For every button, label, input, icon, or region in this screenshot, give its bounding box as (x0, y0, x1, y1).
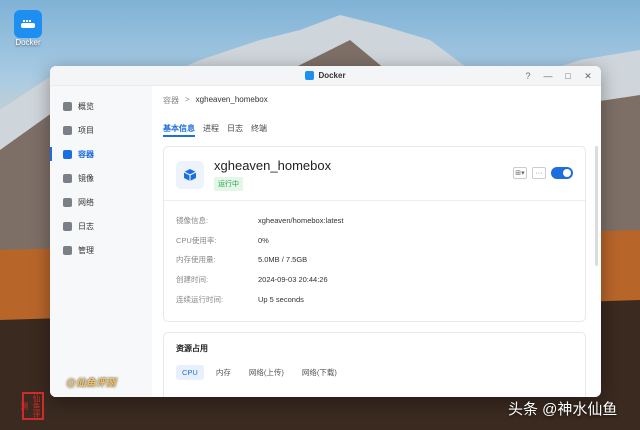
action-menu-button[interactable]: ⊞▾ (513, 167, 527, 179)
container-info-card: xgheaven_homebox 运行中 ⊞▾ ··· 镜像信息: xgheave… (163, 146, 586, 322)
window-titlebar[interactable]: Docker ? — □ ✕ (50, 66, 601, 86)
sidebar-item-label: 日志 (78, 221, 94, 231)
info-row-uptime: 连续运行时间: Up 5 seconds (176, 294, 304, 304)
sidebar-item-projects[interactable]: 项目 (50, 118, 152, 142)
container-cube-icon (176, 161, 204, 189)
sidebar-item-label: 概览 (78, 101, 94, 111)
sidebar-item-overview[interactable]: 概览 (50, 94, 152, 118)
resource-title: 资源占用 (176, 344, 208, 353)
watermark-right: 头条 @神水仙鱼 (508, 401, 618, 418)
resource-tab-cpu[interactable]: CPU (176, 365, 204, 380)
docker-window: Docker ? — □ ✕ 概览 项目 容器 镜像 网络 日志 管理 容器 >… (50, 66, 601, 397)
network-icon (63, 197, 72, 207)
resource-tab-upload[interactable]: 网络(上传) (243, 364, 290, 381)
breadcrumb-separator: > (185, 95, 190, 104)
breadcrumb-root[interactable]: 容器 (163, 95, 179, 107)
sidebar-item-label: 镜像 (78, 173, 94, 183)
sidebar-item-manage[interactable]: 管理 (50, 238, 152, 262)
info-row-memory: 内存使用量: 5.0MB / 7.5GB (176, 255, 308, 265)
tab-terminal[interactable]: 终端 (251, 123, 267, 137)
scrollbar[interactable] (595, 146, 598, 266)
container-icon (63, 149, 72, 159)
docker-icon (305, 71, 315, 80)
info-row-cpu: CPU使用率: 0% (176, 235, 269, 245)
watermark-left: @仙鱼评测 (66, 378, 116, 389)
resource-tab-download[interactable]: 网络(下载) (296, 364, 343, 381)
container-run-toggle[interactable] (551, 167, 573, 179)
sidebar-item-label: 管理 (78, 245, 94, 255)
sidebar-item-label: 容器 (78, 149, 94, 159)
manage-icon (63, 245, 72, 255)
seal-stamp: 仙鱼评测 (20, 392, 44, 420)
close-button[interactable]: ✕ (583, 70, 593, 82)
help-button[interactable]: ? (523, 70, 533, 82)
log-icon (63, 221, 72, 231)
info-row-created: 创建时间: 2024-09-03 20:44:26 (176, 275, 328, 285)
tab-processes[interactable]: 进程 (203, 123, 219, 137)
sidebar-item-images[interactable]: 镜像 (50, 166, 152, 190)
sidebar: 概览 项目 容器 镜像 网络 日志 管理 (50, 86, 152, 397)
docker-desktop-icon[interactable] (14, 10, 42, 38)
image-icon (63, 173, 72, 183)
sidebar-item-label: 项目 (78, 125, 94, 135)
container-name: xgheaven_homebox (214, 158, 332, 173)
tab-logs[interactable]: 日志 (227, 123, 243, 137)
sidebar-item-containers[interactable]: 容器 (50, 142, 152, 166)
minimize-button[interactable]: — (543, 70, 553, 82)
resource-usage-card: 资源占用 CPU 内存 网络(上传) 网络(下载) (163, 332, 586, 397)
tab-basic-info[interactable]: 基本信息 (163, 123, 195, 137)
docker-desktop-label[interactable]: Docker (8, 38, 48, 47)
breadcrumb-current: xgheaven_homebox (195, 95, 268, 104)
main-content: 容器 > xgheaven_homebox 基本信息 进程 日志 终端 xghe… (152, 86, 601, 397)
project-icon (63, 125, 72, 135)
maximize-button[interactable]: □ (563, 70, 573, 82)
info-row-image: 镜像信息: xgheaven/homebox:latest (176, 216, 344, 226)
resource-tab-memory[interactable]: 内存 (210, 364, 237, 381)
more-options-button[interactable]: ··· (532, 167, 546, 179)
detail-tabs: 基本信息 进程 日志 终端 (163, 123, 590, 137)
breadcrumb: 容器 > xgheaven_homebox (163, 95, 590, 107)
sidebar-item-label: 网络 (78, 197, 94, 207)
status-badge: 运行中 (214, 177, 243, 191)
sidebar-item-network[interactable]: 网络 (50, 190, 152, 214)
sidebar-item-logs[interactable]: 日志 (50, 214, 152, 238)
overview-icon (63, 101, 72, 111)
window-title: Docker (318, 71, 346, 80)
